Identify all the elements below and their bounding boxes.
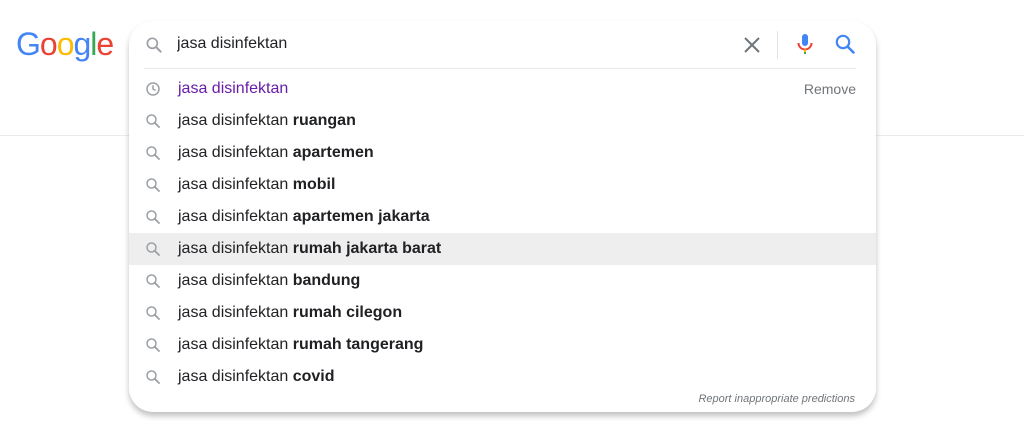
report-predictions-link[interactable]: Report inappropriate predictions — [698, 393, 855, 405]
suggestion-text: jasa disinfektan apartemen — [178, 144, 374, 161]
suggestion-text: jasa disinfektan ruangan — [178, 112, 356, 129]
search-icon — [146, 274, 160, 288]
suggestion-text: jasa disinfektan — [178, 80, 289, 97]
suggestion-item[interactable]: jasa disinfektan bandung — [129, 265, 876, 297]
search-icon — [146, 338, 160, 352]
suggestion-item[interactable]: jasa disinfektan mobil — [129, 169, 876, 201]
search-box: jasa disinfektan Remove jasa disinfektan… — [129, 21, 876, 412]
history-clock-icon — [146, 82, 160, 96]
search-icon — [146, 114, 160, 128]
suggestion-item-highlighted[interactable]: jasa disinfektan rumah jakarta barat — [129, 233, 876, 265]
logo-letter: g — [73, 26, 91, 62]
logo-letter: o — [56, 26, 75, 62]
search-icon — [146, 370, 160, 384]
dropdown-divider — [144, 68, 856, 69]
logo-letter: e — [96, 26, 114, 62]
remove-link[interactable]: Remove — [804, 73, 856, 105]
suggestion-text: jasa disinfektan mobil — [178, 176, 336, 193]
suggestion-item[interactable]: jasa disinfektan rumah tangerang — [129, 329, 876, 361]
suggestion-text: jasa disinfektan rumah tangerang — [178, 336, 424, 353]
search-icon — [146, 242, 160, 256]
suggestion-text: jasa disinfektan rumah cilegon — [178, 304, 403, 321]
search-submit-icon[interactable] — [833, 32, 857, 56]
search-icon — [146, 146, 160, 160]
suggestion-item[interactable]: jasa disinfektan covid — [129, 361, 876, 393]
logo-letter: G — [16, 26, 41, 62]
suggestion-text: jasa disinfektan bandung — [178, 272, 361, 289]
logo-letter: o — [39, 26, 58, 62]
suggestion-list: jasa disinfektan Remove jasa disinfektan… — [129, 73, 876, 393]
suggestion-item[interactable]: jasa disinfektan ruangan — [129, 105, 876, 137]
search-input[interactable] — [177, 29, 737, 59]
input-divider — [777, 31, 778, 59]
google-logo[interactable]: Google — [16, 26, 114, 62]
search-icon — [146, 306, 160, 320]
suggestion-item[interactable]: jasa disinfektan apartemen jakarta — [129, 201, 876, 233]
suggestion-history-item[interactable]: jasa disinfektan Remove — [129, 73, 876, 105]
search-bar — [129, 21, 876, 68]
suggestion-text: jasa disinfektan covid — [178, 368, 335, 385]
search-icon — [146, 178, 160, 192]
suggestion-text: jasa disinfektan rumah jakarta barat — [178, 240, 442, 257]
suggestion-text: jasa disinfektan apartemen jakarta — [178, 208, 430, 225]
suggestion-item[interactable]: jasa disinfektan apartemen — [129, 137, 876, 169]
suggestion-item[interactable]: jasa disinfektan rumah cilegon — [129, 297, 876, 329]
search-icon — [146, 210, 160, 224]
close-icon[interactable] — [740, 33, 764, 57]
microphone-icon[interactable] — [793, 32, 817, 56]
search-icon — [146, 37, 162, 53]
